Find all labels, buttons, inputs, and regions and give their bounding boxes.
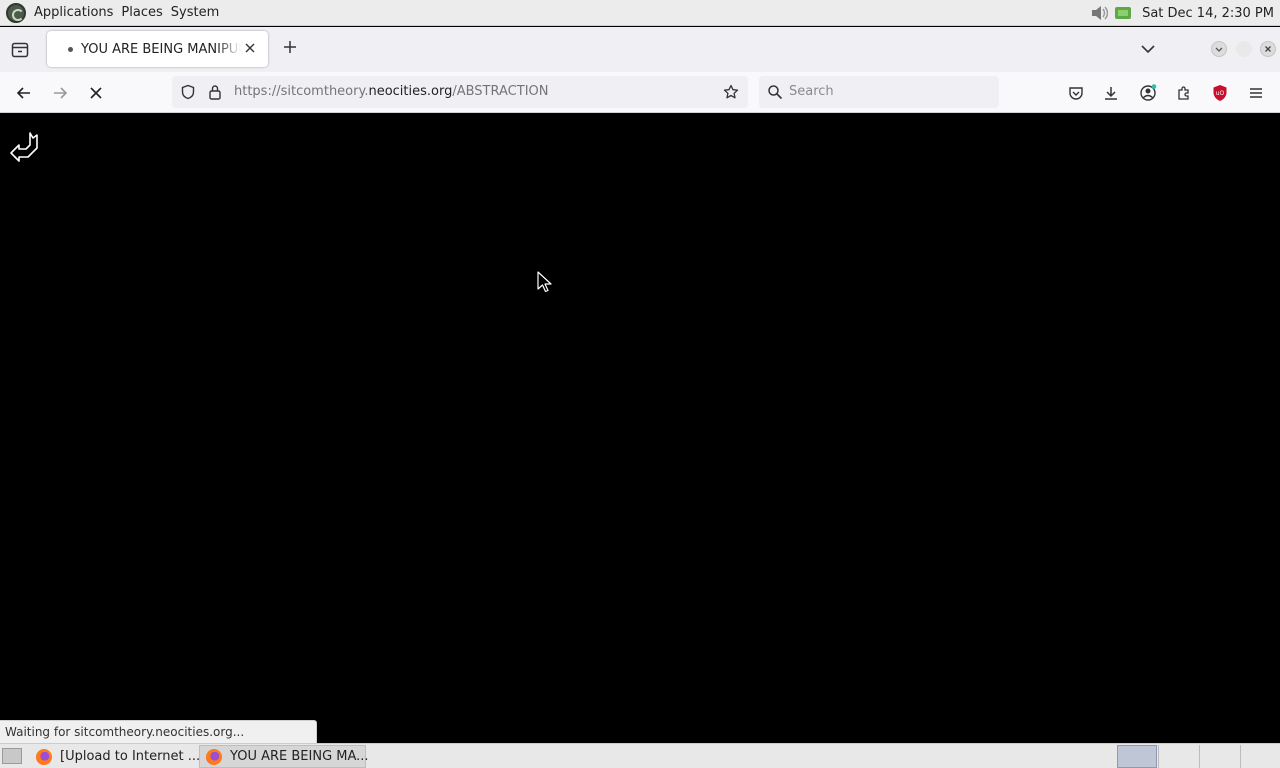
- os-logo-icon[interactable]: [6, 2, 26, 23]
- firefox-view-icon: [11, 42, 29, 57]
- close-icon: [1265, 46, 1271, 52]
- stop-button[interactable]: [84, 81, 108, 105]
- top-panel: Applications Places System Sat Dec 14, 2…: [0, 0, 1280, 26]
- firefox-icon: [36, 748, 52, 765]
- stop-icon: [90, 87, 102, 99]
- pocket-button[interactable]: [1064, 81, 1088, 105]
- navigation-toolbar: https://sitcomtheory.neocities.org/ABSTR…: [0, 72, 1280, 113]
- download-icon: [1105, 87, 1117, 100]
- chevron-down-icon: [1215, 47, 1223, 52]
- search-icon: [768, 85, 783, 100]
- ublock-button[interactable]: uO: [1208, 81, 1232, 105]
- page-content: Waiting for sitcomtheory.neocities.org..…: [0, 113, 1280, 743]
- firefox-view-button[interactable]: [5, 35, 35, 65]
- url-host: neocities.org: [368, 84, 453, 99]
- account-button[interactable]: [1136, 81, 1160, 105]
- url-bar[interactable]: https://sitcomtheory.neocities.org/ABSTR…: [172, 76, 748, 108]
- page-logo-icon[interactable]: [8, 129, 42, 163]
- search-placeholder: Search: [789, 84, 834, 99]
- bottom-taskbar: [Upload to Internet ... YOU ARE BEING MA…: [0, 743, 1280, 768]
- show-desktop-icon[interactable]: [2, 748, 22, 764]
- window-minimize-button[interactable]: [1211, 41, 1227, 57]
- workspace-2[interactable]: [1158, 745, 1198, 768]
- app-menu-button[interactable]: [1244, 81, 1268, 105]
- menu-system[interactable]: System: [171, 5, 219, 20]
- window-close-button[interactable]: [1260, 41, 1276, 57]
- forward-arrow-icon: [54, 87, 68, 99]
- new-tab-button[interactable]: [278, 35, 302, 59]
- workspace-3[interactable]: [1199, 745, 1239, 768]
- menu-applications[interactable]: Applications: [34, 5, 113, 20]
- workspace-4[interactable]: [1240, 745, 1280, 768]
- ublock-icon: uO: [1213, 85, 1227, 101]
- workspace-1[interactable]: [1117, 745, 1157, 768]
- downloads-button[interactable]: [1099, 81, 1123, 105]
- clock[interactable]: Sat Dec 14, 2:30 PM: [1142, 6, 1274, 21]
- account-icon: [1140, 84, 1157, 101]
- svg-text:uO: uO: [1216, 90, 1225, 97]
- url-text[interactable]: https://sitcomtheory.neocities.org/ABSTR…: [234, 84, 548, 99]
- taskbar-item-upload[interactable]: [Upload to Internet ...: [30, 745, 200, 768]
- back-arrow-icon: [16, 87, 30, 99]
- window-maximize-button[interactable]: [1236, 41, 1252, 57]
- volume-icon[interactable]: [1090, 5, 1109, 21]
- tab-active[interactable]: YOU ARE BEING MANIPULATED: [47, 31, 268, 67]
- taskbar-item-browser[interactable]: YOU ARE BEING MA...: [199, 745, 369, 768]
- firefox-icon: [206, 748, 222, 765]
- close-icon: [245, 43, 255, 53]
- back-button[interactable]: [12, 81, 36, 105]
- mouse-pointer-icon: [537, 271, 552, 293]
- taskbar-item-label: YOU ARE BEING MA...: [230, 749, 369, 764]
- menu-places[interactable]: Places: [121, 5, 162, 20]
- tab-close-button[interactable]: [242, 40, 258, 56]
- loading-dot-icon: [68, 46, 73, 52]
- url-prefix: https://sitcomtheory.: [234, 84, 369, 99]
- status-bar: Waiting for sitcomtheory.neocities.org..…: [0, 720, 317, 743]
- bookmark-star-icon[interactable]: [723, 84, 739, 100]
- network-icon[interactable]: [1114, 5, 1132, 21]
- list-all-tabs-icon[interactable]: [1138, 39, 1158, 59]
- tab-strip: YOU ARE BEING MANIPULATED: [0, 27, 1280, 72]
- tracking-shield-icon[interactable]: [180, 84, 196, 100]
- tab-title: YOU ARE BEING MANIPULATED: [81, 41, 241, 57]
- pocket-icon: [1069, 87, 1083, 100]
- forward-button[interactable]: [48, 81, 72, 105]
- panel-tray: Sat Dec 14, 2:30 PM: [1090, 0, 1280, 26]
- url-path: /ABSTRACTION: [452, 84, 549, 99]
- plus-icon: [284, 41, 296, 53]
- hamburger-menu-icon: [1250, 88, 1262, 98]
- taskbar-item-label: [Upload to Internet ...: [60, 749, 201, 764]
- lock-icon[interactable]: [208, 84, 222, 100]
- search-bar[interactable]: Search: [759, 76, 999, 108]
- extensions-icon: [1178, 86, 1189, 100]
- extensions-button[interactable]: [1172, 81, 1196, 105]
